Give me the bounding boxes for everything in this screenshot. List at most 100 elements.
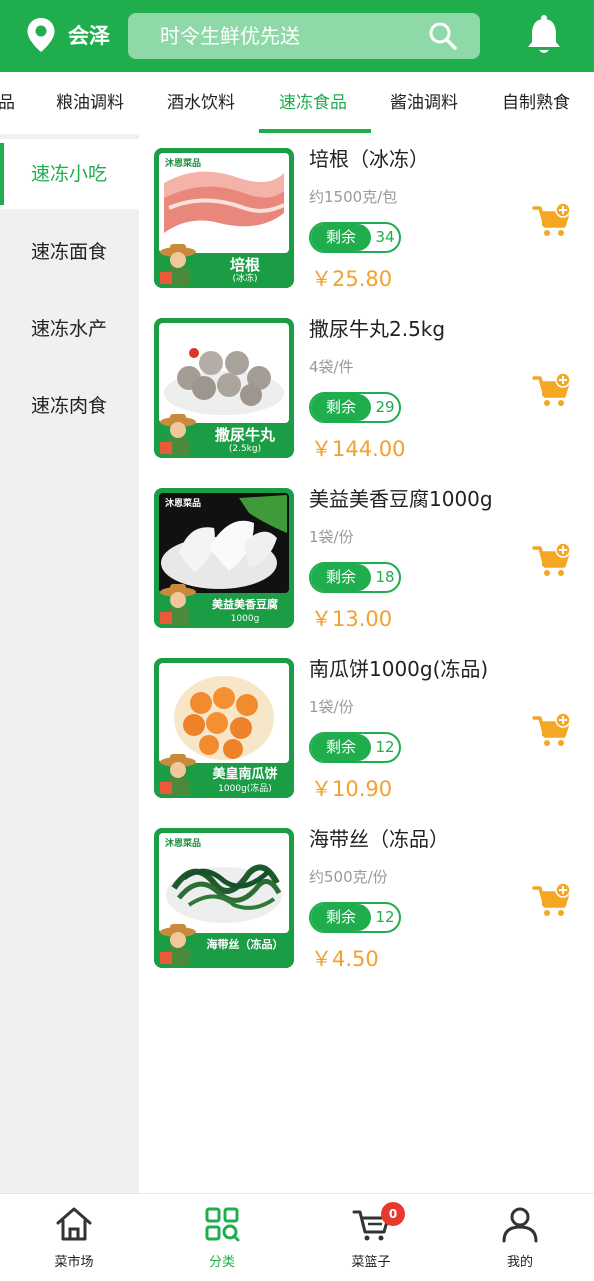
product-card[interactable]: 沐恩菜品 培根 (冰冻) 培根（冰冻） 约1500克/包 剩余 34 ￥25.8… xyxy=(139,134,594,304)
image-caption-sub: 1000g xyxy=(230,614,260,624)
add-to-cart-icon[interactable] xyxy=(532,712,572,748)
add-to-cart-icon[interactable] xyxy=(532,882,572,918)
stock-label: 剩余 xyxy=(311,734,371,761)
product-image[interactable]: 沐恩菜品 培根 (冰冻) xyxy=(154,148,294,288)
sidebar-item-frozen-snacks[interactable]: 速冻小吃 xyxy=(0,139,139,209)
product-card[interactable]: 撒尿牛丸 (2.5kg) 撒尿牛丸2.5kg 4袋/件 剩余 29 ￥144.0… xyxy=(139,304,594,474)
tab-partial[interactable]: 品 xyxy=(0,72,15,134)
sidebar-item-label: 速冻小吃 xyxy=(31,163,108,185)
search-icon[interactable] xyxy=(428,21,458,51)
location-pin-icon[interactable] xyxy=(26,17,56,53)
nav-label: 菜篮子 xyxy=(351,1255,391,1270)
stock-count: 18 xyxy=(375,568,395,586)
add-to-cart-icon[interactable] xyxy=(532,372,572,408)
stock-count: 12 xyxy=(375,908,395,926)
user-icon xyxy=(502,1207,538,1243)
nav-item-market[interactable]: 菜市场 xyxy=(0,1194,148,1281)
nav-label: 菜市场 xyxy=(54,1255,94,1270)
stock-count: 34 xyxy=(375,228,395,246)
notification-bell-icon[interactable] xyxy=(525,14,563,56)
product-name[interactable]: 美益美香豆腐1000g xyxy=(309,485,493,513)
product-image[interactable]: 撒尿牛丸 (2.5kg) xyxy=(154,318,294,458)
tab-deli[interactable]: 自制熟食 xyxy=(502,72,570,134)
product-spec: 4袋/件 xyxy=(309,358,354,376)
sidebar-item-frozen-meat[interactable]: 速冻肉食 xyxy=(0,371,139,441)
city-selector[interactable]: 会泽 xyxy=(68,22,110,50)
cart-count-badge: 0 xyxy=(381,1202,405,1226)
category-icon xyxy=(205,1207,240,1242)
farmer-mascot-icon xyxy=(160,924,196,966)
kelp-image xyxy=(166,864,282,923)
nav-item-basket[interactable]: 0 菜篮子 xyxy=(297,1194,445,1281)
stock-label: 剩余 xyxy=(311,904,371,931)
add-to-cart-icon[interactable] xyxy=(532,202,572,238)
sidebar-item-frozen-noodles[interactable]: 速冻面食 xyxy=(0,217,139,287)
sidebar-item-label: 速冻肉食 xyxy=(31,395,108,417)
product-price: ￥13.00 xyxy=(311,607,393,631)
image-caption: 培根 xyxy=(229,256,260,274)
product-name[interactable]: 南瓜饼1000g(冻品) xyxy=(309,655,488,683)
sidebar-item-label: 速冻水产 xyxy=(31,318,108,340)
product-card[interactable]: 沐恩菜品 海带丝（冻品） 海带丝（冻品） 约500克/份 剩余 12 ￥4.50 xyxy=(139,814,594,984)
farmer-mascot-icon xyxy=(160,244,196,286)
search-bar[interactable]: 时令生鲜优先送 xyxy=(128,13,480,59)
tab-drinks[interactable]: 酒水饮料 xyxy=(167,72,235,134)
product-spec: 约1500克/包 xyxy=(309,188,398,206)
stock-badge: 剩余 12 xyxy=(309,902,401,933)
image-caption-sub: (2.5kg) xyxy=(228,444,262,454)
product-price: ￥25.80 xyxy=(311,267,393,291)
category-tabs: 品 粮油调料 酒水饮料 速冻食品 酱油调料 自制熟食 xyxy=(0,72,594,134)
product-name[interactable]: 海带丝（冻品） xyxy=(309,825,449,853)
pumpkin-cake-image xyxy=(174,676,274,760)
product-price: ￥144.00 xyxy=(311,437,406,461)
product-name[interactable]: 培根（冰冻） xyxy=(309,145,429,173)
image-caption: 美益美香豆腐 xyxy=(212,598,278,611)
farmer-mascot-icon xyxy=(160,754,196,796)
sidebar-item-frozen-seafood[interactable]: 速冻水产 xyxy=(0,294,139,364)
product-spec: 约500克/份 xyxy=(309,868,388,886)
farmer-mascot-icon xyxy=(160,584,196,626)
home-icon xyxy=(56,1207,92,1241)
product-price: ￥10.90 xyxy=(311,777,393,801)
image-caption-sub: 1000g(冻品) xyxy=(218,784,272,794)
product-image[interactable]: 沐恩菜品 美益美香豆腐 1000g xyxy=(154,488,294,628)
product-name[interactable]: 撒尿牛丸2.5kg xyxy=(309,315,445,343)
stock-label: 剩余 xyxy=(311,394,371,421)
active-tab-indicator xyxy=(259,129,371,133)
product-spec: 1袋/份 xyxy=(309,698,354,716)
bottom-navigation: 菜市场 分类 0 菜篮子 我的 xyxy=(0,1193,594,1280)
stock-badge: 剩余 34 xyxy=(309,222,401,253)
image-caption: 撒尿牛丸 xyxy=(214,426,275,444)
image-caption: 美皇南瓜饼 xyxy=(212,767,278,782)
tab-sauce[interactable]: 酱油调料 xyxy=(390,72,458,134)
tab-grain-oil[interactable]: 粮油调料 xyxy=(56,72,124,134)
tofu-image xyxy=(161,495,287,589)
image-caption: 海带丝（冻品） xyxy=(206,938,284,951)
nav-label: 分类 xyxy=(208,1255,235,1270)
search-placeholder: 时令生鲜优先送 xyxy=(160,24,300,48)
app-header: 会泽 时令生鲜优先送 xyxy=(0,0,594,72)
stock-label: 剩余 xyxy=(311,224,371,251)
tab-frozen-food[interactable]: 速冻食品 xyxy=(279,72,347,134)
sidebar-active-indicator xyxy=(0,143,4,205)
image-caption-sub: (冰冻) xyxy=(232,274,258,284)
nav-item-profile[interactable]: 我的 xyxy=(446,1194,594,1281)
subcategory-sidebar: 速冻小吃 速冻面食 速冻水产 速冻肉食 xyxy=(0,134,139,1194)
product-card[interactable]: 沐恩菜品 美益美香豆腐 1000g 美益美香豆腐1000g 1袋/份 剩余 18… xyxy=(139,474,594,644)
stock-badge: 剩余 18 xyxy=(309,562,401,593)
stock-count: 12 xyxy=(375,738,395,756)
stock-count: 29 xyxy=(375,398,395,416)
farmer-mascot-icon xyxy=(160,414,196,456)
nav-label: 我的 xyxy=(506,1255,533,1270)
product-card[interactable]: 美皇南瓜饼 1000g(冻品) 南瓜饼1000g(冻品) 1袋/份 剩余 12 … xyxy=(139,644,594,814)
nav-item-category[interactable]: 分类 xyxy=(148,1194,296,1281)
product-price: ￥4.50 xyxy=(311,947,379,971)
bacon-image xyxy=(164,171,285,233)
stock-label: 剩余 xyxy=(311,564,371,591)
add-to-cart-icon[interactable] xyxy=(532,542,572,578)
product-image[interactable]: 美皇南瓜饼 1000g(冻品) xyxy=(154,658,294,798)
sidebar-item-label: 速冻面食 xyxy=(31,241,108,263)
product-image[interactable]: 沐恩菜品 海带丝（冻品） xyxy=(154,828,294,968)
product-spec: 1袋/份 xyxy=(309,528,354,546)
product-list: 沐恩菜品 培根 (冰冻) 培根（冰冻） 约1500克/包 剩余 34 ￥25.8… xyxy=(139,134,594,1194)
